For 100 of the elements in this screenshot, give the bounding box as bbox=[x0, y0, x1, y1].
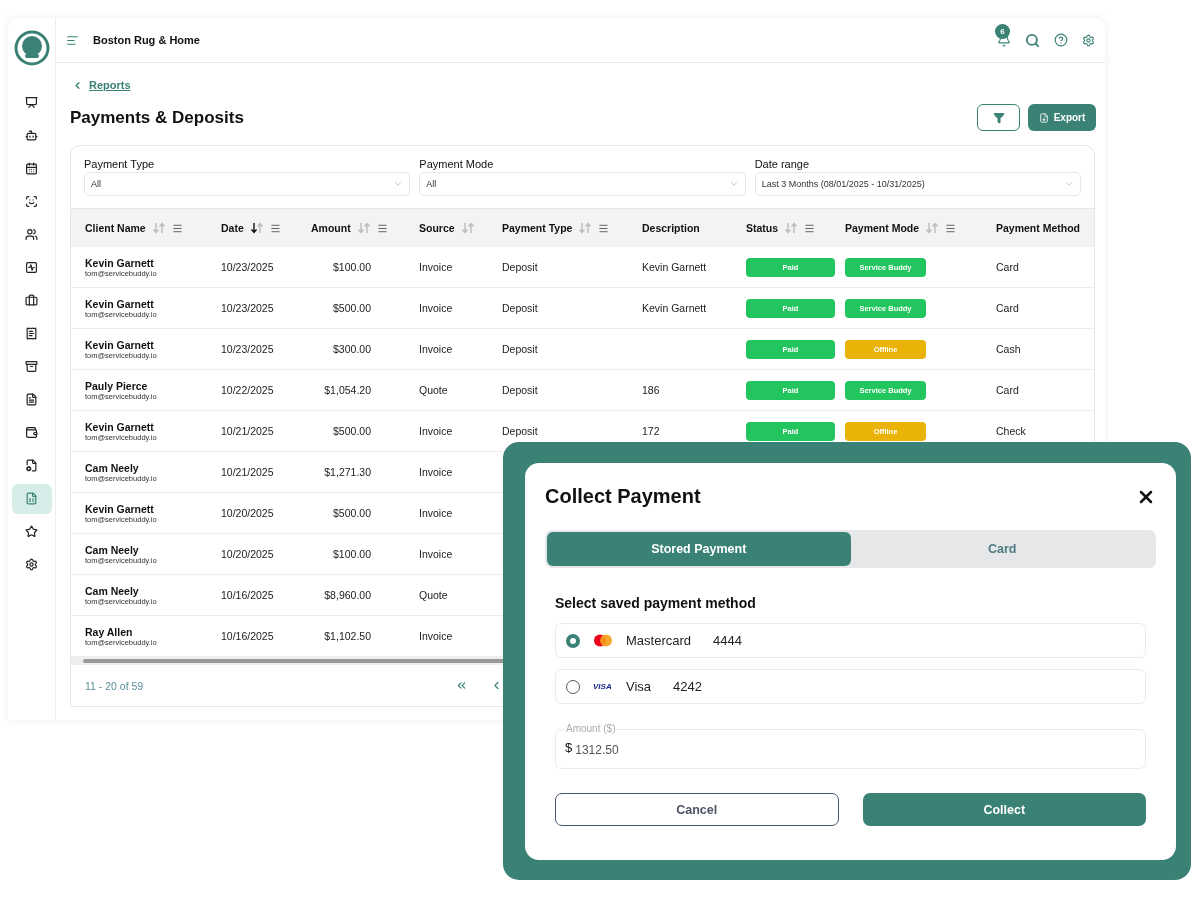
filter-label: Date range bbox=[754, 158, 811, 170]
back-link[interactable]: Reports bbox=[72, 79, 131, 91]
client-name: Kevin Garnett bbox=[85, 502, 155, 515]
chevron-down-icon bbox=[393, 179, 404, 189]
presentation-icon bbox=[25, 96, 38, 109]
table-cell: Deposit bbox=[502, 425, 538, 437]
table-cell: 172 bbox=[642, 425, 660, 437]
table-cell: Deposit bbox=[502, 261, 538, 273]
client-name: Pauly Pierce bbox=[85, 379, 149, 392]
table-cell: 10/16/2025 bbox=[221, 630, 274, 642]
column-menu-icon[interactable] bbox=[945, 222, 957, 234]
tab[interactable]: Stored Payment bbox=[547, 532, 851, 566]
table-cell: $8,960.00 bbox=[324, 589, 371, 601]
select-value: Last 3 Months (08/01/2025 - 10/31/2025) bbox=[761, 179, 925, 189]
column-header: Source bbox=[419, 222, 455, 234]
filter-icon bbox=[992, 111, 1005, 124]
archive-icon bbox=[25, 360, 38, 373]
table-cell: Quote bbox=[419, 384, 448, 396]
client-name: Cam Neely bbox=[85, 461, 140, 474]
logo-icon bbox=[13, 30, 50, 66]
briefcase-icon bbox=[25, 294, 38, 307]
table-cell: $1,271.30 bbox=[324, 466, 371, 478]
table-cell: Deposit bbox=[502, 302, 538, 314]
tab[interactable]: Card bbox=[850, 532, 1154, 566]
calendar-icon bbox=[25, 162, 38, 175]
client-name: Kevin Garnett bbox=[85, 297, 155, 310]
search-icon[interactable] bbox=[1025, 32, 1040, 48]
table-cell: $500.00 bbox=[333, 425, 371, 437]
chevron-down-icon bbox=[728, 179, 739, 189]
first-page-button[interactable] bbox=[455, 679, 468, 692]
face-scan-icon bbox=[25, 195, 38, 208]
collect-button[interactable]: Collect bbox=[862, 793, 1146, 826]
amount-field[interactable]: Amount ($) $ 1312.50 bbox=[555, 722, 1146, 769]
cancel-button[interactable]: Cancel bbox=[555, 793, 839, 826]
table-cell: 10/23/2025 bbox=[221, 261, 274, 273]
table-cell: 10/20/2025 bbox=[221, 548, 274, 560]
column-menu-icon[interactable] bbox=[598, 222, 610, 234]
table-cell: 10/22/2025 bbox=[221, 384, 274, 396]
people-icon bbox=[25, 228, 38, 241]
column-header: Status bbox=[746, 222, 779, 234]
column-header: Description bbox=[642, 222, 700, 234]
client-name: Kevin Garnett bbox=[85, 256, 155, 269]
radio-button[interactable] bbox=[566, 633, 580, 648]
table-cell: Invoice bbox=[419, 507, 453, 519]
card-last-digits: 4242 bbox=[673, 679, 702, 694]
table-cell: Invoice bbox=[419, 548, 453, 560]
filter-select[interactable]: All bbox=[419, 172, 746, 196]
field-label: Amount ($) bbox=[565, 722, 617, 735]
table-cell: Deposit bbox=[502, 384, 538, 396]
pagination-range: 11 - 20 of 59 bbox=[85, 679, 145, 692]
table-cell: $500.00 bbox=[333, 507, 371, 519]
column-menu-icon[interactable] bbox=[376, 222, 388, 234]
visa-logo: VISA bbox=[593, 682, 613, 691]
dialog-title: Collect Payment bbox=[545, 485, 701, 508]
file-gear-icon bbox=[25, 459, 38, 472]
table-cell: Invoice bbox=[419, 261, 453, 273]
table-cell: Card bbox=[996, 384, 1019, 396]
client-name: Cam Neely bbox=[85, 584, 140, 597]
company-name: Boston Rug & Home bbox=[93, 34, 201, 46]
column-menu-icon[interactable] bbox=[804, 222, 816, 234]
filter-label: Payment Mode bbox=[419, 158, 495, 170]
filter-button[interactable] bbox=[977, 104, 1020, 131]
table-cell: Card bbox=[996, 302, 1019, 314]
export-button[interactable]: Export bbox=[1028, 104, 1096, 131]
payment-option[interactable]: Mastercard 4444 bbox=[555, 623, 1146, 658]
currency-prefix: $ bbox=[565, 739, 573, 755]
radio-button[interactable] bbox=[566, 679, 580, 694]
sort-icon[interactable] bbox=[249, 222, 264, 234]
chart-square-icon bbox=[25, 261, 38, 274]
settings-icon[interactable] bbox=[1082, 33, 1095, 47]
double-chevron-icon bbox=[455, 679, 468, 692]
star-icon bbox=[25, 525, 38, 538]
column-header: Date bbox=[221, 222, 244, 234]
table-cell: Deposit bbox=[502, 343, 538, 355]
table-cell: Invoice bbox=[419, 425, 453, 437]
table-cell: Invoice bbox=[419, 343, 453, 355]
chevron-down-icon bbox=[1064, 179, 1074, 189]
table-cell: 10/23/2025 bbox=[221, 343, 274, 355]
card-last-digits: 4444 bbox=[713, 633, 742, 648]
table-cell: $300.00 bbox=[333, 343, 371, 355]
column-menu-icon[interactable] bbox=[171, 222, 183, 234]
card-brand: Visa bbox=[626, 679, 652, 694]
section-label: Select saved payment method bbox=[555, 595, 757, 611]
column-menu-icon[interactable] bbox=[269, 222, 281, 234]
table-cell: $100.00 bbox=[333, 261, 371, 273]
payment-option[interactable]: VISA Visa 4242 bbox=[555, 669, 1146, 704]
menu-icon[interactable] bbox=[66, 33, 79, 47]
table-cell: Check bbox=[996, 425, 1026, 437]
table-cell: 10/23/2025 bbox=[221, 302, 274, 314]
card-brand: Mastercard bbox=[626, 633, 692, 648]
document-icon bbox=[25, 393, 38, 406]
help-icon[interactable] bbox=[1054, 33, 1068, 47]
settings-icon bbox=[25, 558, 38, 571]
column-header: Client Name bbox=[85, 222, 146, 234]
table-cell: 186 bbox=[642, 384, 660, 396]
column-header: Payment Type bbox=[502, 222, 573, 234]
filter-select[interactable]: All bbox=[84, 172, 411, 196]
column-header: Payment Method bbox=[996, 222, 1080, 234]
card-circles-icon bbox=[593, 634, 613, 647]
filter-select[interactable]: Last 3 Months (08/01/2025 - 10/31/2025) bbox=[754, 172, 1081, 196]
